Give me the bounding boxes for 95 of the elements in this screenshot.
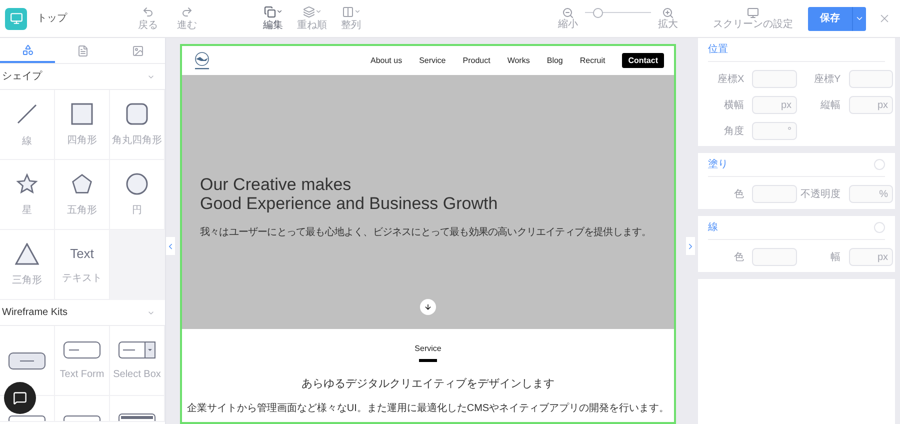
chat-icon (13, 391, 27, 405)
nav-link[interactable]: Product (462, 54, 490, 66)
field-label: 縦幅 (820, 98, 841, 112)
field-label: 色 (733, 188, 744, 202)
redo-icon (181, 6, 193, 18)
panel-section-title: 線 (708, 221, 718, 235)
shape-tile[interactable]: 五角形 (55, 160, 110, 230)
collapse-right-button[interactable] (686, 237, 695, 255)
nav-link[interactable]: Blog (546, 54, 563, 66)
section-header[interactable]: シェイプ (0, 64, 165, 90)
input-field[interactable] (752, 70, 796, 88)
caret-icon (276, 8, 282, 15)
site-logo-icon (192, 50, 212, 70)
text-icon (76, 44, 88, 56)
screen-title: トップ (37, 12, 68, 26)
nav-link[interactable]: Works (507, 54, 530, 66)
shape-tile[interactable]: Text Form (55, 326, 110, 396)
wireframe-kit-icon (8, 415, 46, 421)
section-text: 企業サイトから管理画面など様々なUI。また運用に最適化したCMSやネイティブアプリの開発を行います。 (186, 402, 670, 416)
field-label: 座標X (716, 72, 744, 86)
toolbar-button[interactable]: 編集 (255, 2, 291, 36)
shape-tile[interactable] (110, 396, 165, 422)
hero-title: Good Experience and Business Growth (200, 194, 499, 213)
zoom-in-button[interactable]: 拡大 (656, 6, 680, 30)
input-field[interactable]: px (752, 96, 796, 114)
nav-link[interactable]: About us (370, 54, 402, 66)
square-icon (71, 102, 93, 124)
toggle-switch[interactable] (874, 159, 885, 170)
arrow-down-icon (424, 303, 432, 311)
shape-tile[interactable]: Select Box (110, 326, 165, 396)
input-field[interactable]: % (848, 185, 893, 203)
collapse-left-button[interactable] (166, 237, 175, 255)
wireframe-kit-icon (63, 415, 101, 421)
input-field[interactable]: px (848, 96, 893, 114)
button-icon (8, 352, 46, 370)
image-icon (132, 44, 144, 56)
star-icon (16, 172, 38, 194)
zoom-slider[interactable] (585, 8, 651, 18)
input-field[interactable]: px (848, 248, 893, 266)
panel-section-title: 塗り (708, 158, 728, 172)
close-icon[interactable] (878, 12, 891, 25)
select-box-icon (118, 340, 156, 358)
field-label: 横幅 (723, 98, 744, 112)
panel-section-title: 位置 (708, 42, 728, 57)
save-button[interactable]: 保存 (808, 6, 852, 30)
circle-icon (126, 172, 148, 194)
save-options-button[interactable] (852, 6, 866, 30)
slider-thumb[interactable] (593, 8, 604, 18)
shape-tile[interactable]: 線 (0, 90, 55, 160)
field-label: 幅 (830, 250, 841, 264)
chevron-left-icon (166, 242, 175, 250)
section-header[interactable]: Wireframe Kits (0, 300, 165, 326)
shape-tile[interactable]: 四角形 (55, 90, 110, 160)
caret-icon (855, 14, 864, 23)
nav-link[interactable]: Service (419, 54, 446, 66)
text-sample: Text (70, 244, 94, 263)
rounded-square-icon (126, 102, 148, 124)
wireframe-kit-icon (118, 413, 156, 421)
screen-settings-button[interactable]: スクリーンの設定 (708, 6, 798, 30)
hero-text: 我々はユーザーにとって最も心地よく、ビジネスにとって最も効果の高いクリエイティブを提供します。 (200, 226, 652, 240)
hero-title: Our Creative makes (200, 175, 352, 194)
pentagon-icon (71, 172, 93, 194)
section-heading: あらゆるデジタルクリエイティブをデザインします (302, 376, 554, 392)
shape-tile[interactable] (55, 396, 110, 422)
input-field[interactable] (752, 248, 796, 266)
field-label: 不透明度 (800, 188, 841, 202)
zoom-out-button[interactable]: 縮小 (556, 6, 580, 30)
field-label: 座標Y (812, 72, 841, 86)
triangle-icon (15, 242, 39, 264)
scroll-down-icon[interactable] (420, 299, 436, 315)
field-label: 色 (733, 250, 744, 264)
text-form-icon (63, 340, 101, 358)
shapes-icon (22, 44, 34, 56)
nav-link[interactable]: Recruit (580, 54, 606, 66)
caret-icon (354, 8, 360, 15)
section-label: Service (414, 343, 442, 355)
field-label: 角度 (723, 124, 744, 138)
shape-tile[interactable]: 星 (0, 160, 55, 230)
undo-icon (142, 6, 154, 18)
shape-tile[interactable]: 角丸四角形 (110, 90, 165, 160)
zoom-out-icon (562, 6, 574, 18)
input-field[interactable] (752, 185, 796, 203)
monitor-icon (747, 6, 759, 18)
toggle-switch[interactable] (874, 222, 885, 233)
line-icon (15, 102, 39, 126)
caret-icon (314, 8, 322, 15)
shape-tile[interactable]: 円 (110, 160, 165, 230)
chevron-right-icon (686, 242, 695, 250)
input-field[interactable] (848, 70, 893, 88)
shape-tile[interactable]: 三角形 (0, 230, 55, 300)
zoom-in-icon (662, 6, 674, 18)
monitor-icon (10, 12, 22, 25)
input-field[interactable]: ° (752, 122, 796, 140)
layers-icon (302, 6, 314, 18)
contact-button[interactable]: Contact (622, 53, 664, 68)
